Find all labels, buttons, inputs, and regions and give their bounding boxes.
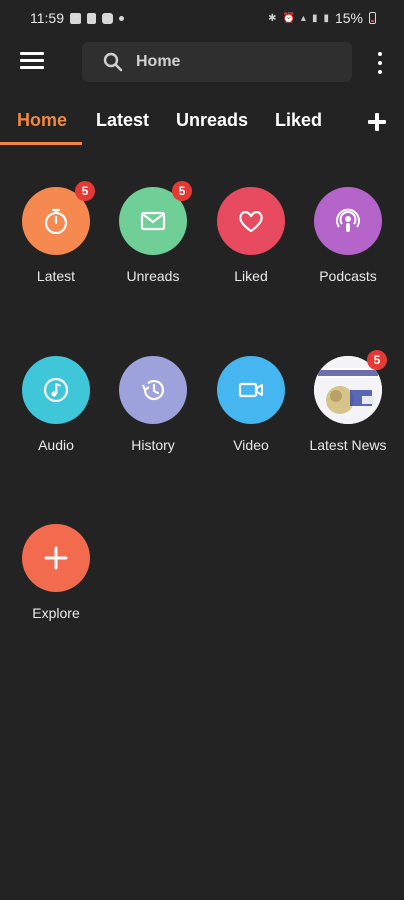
- tab-unreads[interactable]: Unreads: [176, 110, 248, 131]
- gallery-notification-icon: [70, 12, 81, 24]
- tile-label: Liked: [234, 268, 268, 284]
- stopwatch-icon: [44, 208, 68, 235]
- status-right: ✱ ⏰ ▴ ▮ ▮ 15%: [268, 10, 376, 26]
- search-text: Home: [136, 53, 181, 70]
- search-bar[interactable]: Home: [82, 42, 352, 82]
- tab-latest[interactable]: Latest: [96, 110, 149, 131]
- tab-home[interactable]: Home: [17, 110, 67, 131]
- history-icon: [141, 379, 165, 401]
- tab-bar: Home Latest Unreads Liked: [0, 100, 404, 146]
- active-tab-indicator: [0, 142, 82, 145]
- bluetooth-icon: ✱: [268, 12, 277, 24]
- signal-icon-2: ▮: [323, 12, 329, 24]
- audio-circle: [22, 356, 90, 424]
- mail-icon: [140, 211, 166, 231]
- tile-explore[interactable]: Explore: [7, 524, 105, 621]
- latest-news-circle: 5: [314, 350, 387, 424]
- plus-icon: [44, 546, 68, 570]
- add-tab-button[interactable]: [367, 112, 387, 132]
- search-icon: [102, 51, 124, 73]
- battery-percent: 15%: [334, 10, 363, 26]
- tile-podcasts[interactable]: Podcasts: [299, 187, 397, 284]
- status-left: 11:59: [30, 10, 124, 26]
- tile-audio[interactable]: Audio: [7, 356, 105, 453]
- battery-icon: [369, 12, 376, 24]
- alarm-icon: ⏰: [282, 12, 295, 24]
- podcasts-circle: [314, 187, 382, 255]
- podcast-icon: [336, 208, 360, 232]
- more-notifications-dot-icon: [119, 15, 124, 21]
- music-note-icon: [43, 377, 69, 403]
- tile-latest-news[interactable]: 5 Latest News: [299, 350, 397, 453]
- tile-label: Latest News: [309, 437, 387, 453]
- video-circle: [217, 356, 285, 424]
- tile-liked[interactable]: Liked: [202, 187, 300, 284]
- tile-unreads[interactable]: 5 Unreads: [104, 181, 202, 284]
- latest-badge: 5: [75, 181, 95, 201]
- tile-video[interactable]: Video: [202, 356, 300, 453]
- heart-icon: [239, 211, 263, 233]
- app-notification-icon: [102, 12, 113, 24]
- tile-latest[interactable]: 5 Latest: [7, 181, 105, 284]
- wifi-icon: ▴: [300, 12, 306, 24]
- tile-label: Explore: [32, 605, 80, 621]
- video-camera-icon: [238, 382, 263, 398]
- signal-icon: ▮: [311, 12, 318, 24]
- explore-circle: [22, 524, 90, 592]
- liked-circle: [217, 187, 285, 255]
- tab-liked[interactable]: Liked: [275, 110, 322, 131]
- history-circle: [119, 356, 187, 424]
- tile-label: History: [131, 437, 175, 453]
- tile-label: Video: [233, 437, 269, 453]
- more-options-icon[interactable]: [376, 52, 384, 74]
- tile-history[interactable]: History: [104, 356, 202, 453]
- latest-news-badge: 5: [367, 350, 387, 370]
- tile-label: Podcasts: [319, 268, 377, 284]
- status-time: 11:59: [30, 10, 64, 26]
- hamburger-menu-icon[interactable]: [20, 52, 44, 72]
- app-bar: Home: [0, 40, 404, 84]
- tile-label: Audio: [38, 437, 74, 453]
- clipboard-notification-icon: [87, 12, 96, 24]
- unreads-circle: 5: [119, 181, 192, 255]
- latest-circle: 5: [22, 181, 95, 255]
- unreads-badge: 5: [172, 181, 192, 201]
- tile-label: Latest: [36, 268, 76, 284]
- status-bar: 11:59 ✱ ⏰ ▴ ▮ ▮ 15%: [0, 0, 404, 36]
- tile-label: Unreads: [126, 268, 180, 284]
